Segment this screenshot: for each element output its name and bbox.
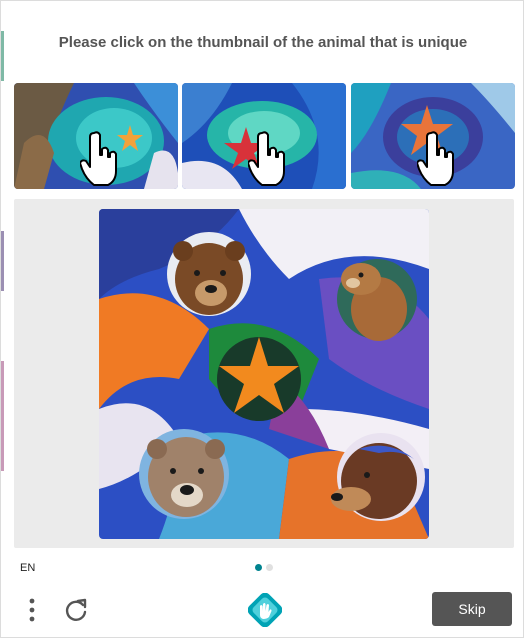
thumbnail-3[interactable] [351,83,515,189]
captcha-frame: Please click on the thumbnail of the ani… [0,0,524,638]
challenge-image[interactable] [99,209,429,539]
skip-button[interactable]: Skip [432,592,512,626]
page-indicator [255,564,273,571]
refresh-button[interactable] [62,596,90,624]
hand-cursor-icon [80,131,117,186]
vertical-dots-icon [29,598,35,622]
hand-cursor-icon [248,131,285,186]
hcaptcha-hand-logo [247,592,283,628]
page-dot [266,564,273,571]
hcaptcha-logo[interactable] [247,592,283,628]
page-dot-active [255,564,262,571]
thumbnail-2[interactable] [182,83,346,189]
menu-button[interactable] [23,597,41,623]
edge-decoration [1,231,4,291]
refresh-icon [65,598,87,621]
bear-top-left [167,232,251,316]
challenge-panel [14,199,514,548]
challenge-prompt: Please click on the thumbnail of the ani… [58,34,468,51]
thumbnail-1[interactable] [14,83,178,189]
bear-bottom-left [139,429,229,519]
challenge-image-artwork [99,209,429,539]
language-selector[interactable]: EN [20,562,35,574]
starfish-center [217,337,301,421]
hand-cursor-icon [417,131,454,186]
edge-decoration [1,361,4,471]
